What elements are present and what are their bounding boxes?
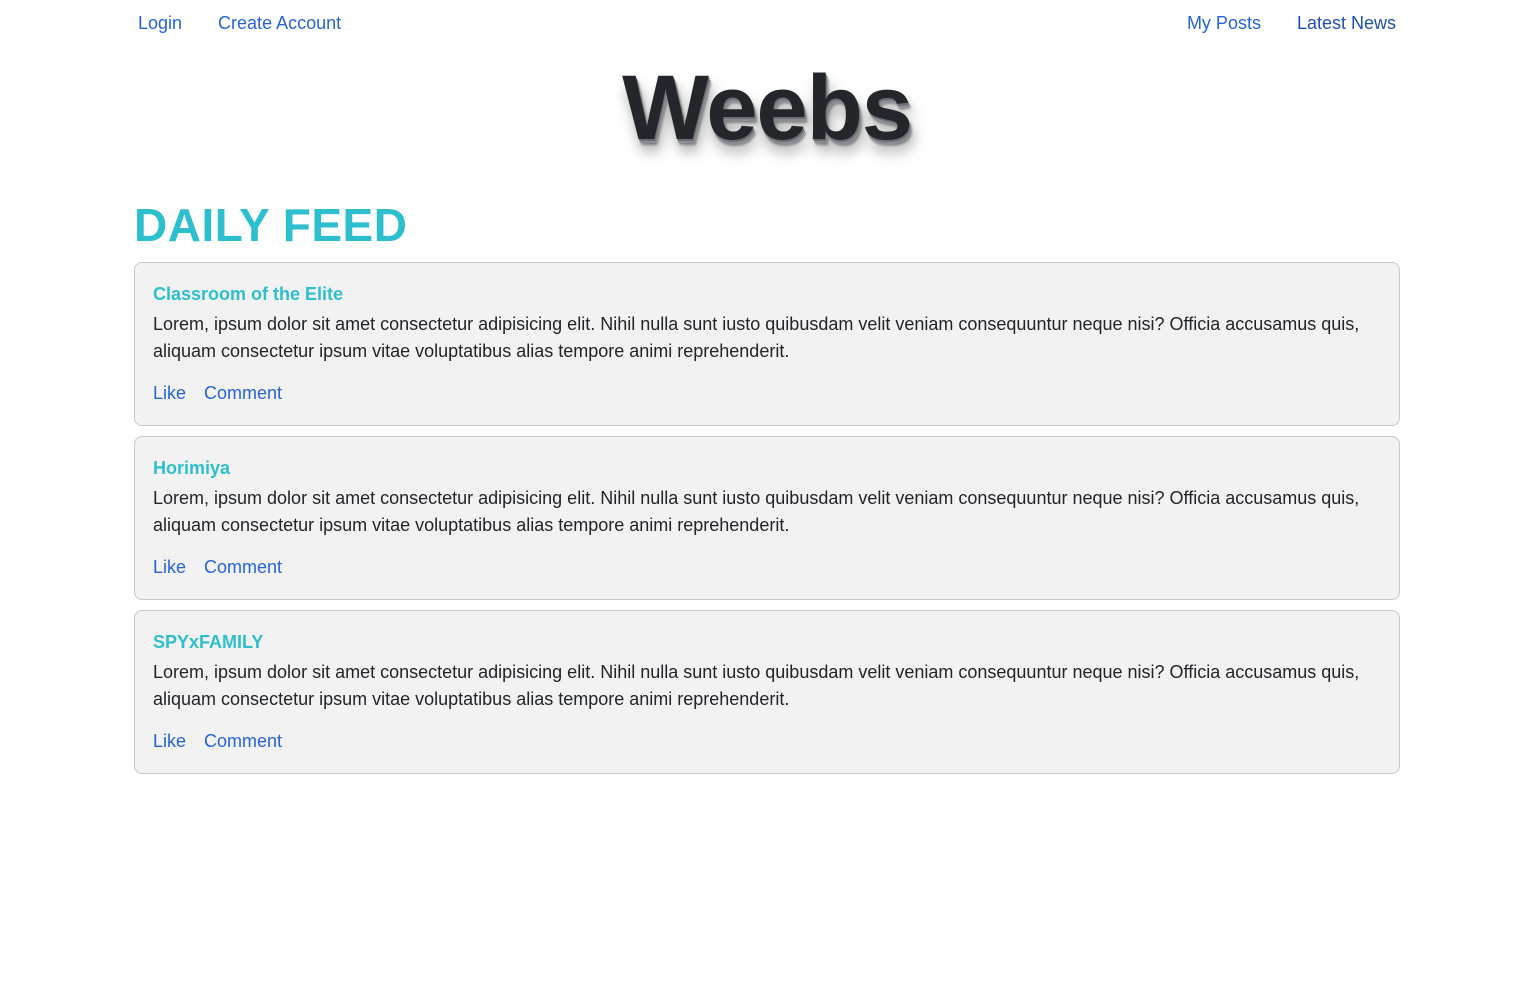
feed-heading: DAILY FEED — [134, 199, 408, 251]
post-list: Classroom of the Elite Lorem, ipsum dolo… — [134, 262, 1400, 774]
comment-button[interactable]: Comment — [204, 731, 282, 752]
post-title: Classroom of the Elite — [153, 284, 344, 304]
login-link[interactable]: Login — [134, 13, 186, 34]
site-logo-title: Weebs — [622, 57, 913, 159]
create-account-link[interactable]: Create Account — [214, 13, 345, 34]
page-container: Login Create Account My Posts Latest New… — [134, 0, 1400, 774]
post-body: Lorem, ipsum dolor sit amet consectetur … — [153, 314, 1360, 361]
latest-news-link[interactable]: Latest News — [1293, 13, 1400, 34]
like-button[interactable]: Like — [153, 383, 186, 404]
post-actions: Like Comment — [153, 731, 1381, 752]
my-posts-link[interactable]: My Posts — [1183, 13, 1265, 34]
like-button[interactable]: Like — [153, 731, 186, 752]
site-brand: Weebs — [134, 62, 1400, 172]
comment-button[interactable]: Comment — [204, 557, 282, 578]
post-actions: Like Comment — [153, 557, 1381, 578]
post-title: Horimiya — [153, 458, 231, 478]
comment-button[interactable]: Comment — [204, 383, 282, 404]
nav-right-group: My Posts Latest News — [1183, 13, 1400, 34]
post-body: Lorem, ipsum dolor sit amet consectetur … — [153, 662, 1360, 709]
post-card: Classroom of the Elite Lorem, ipsum dolo… — [134, 262, 1400, 426]
like-button[interactable]: Like — [153, 557, 186, 578]
post-card: SPYxFAMILY Lorem, ipsum dolor sit amet c… — [134, 610, 1400, 774]
post-actions: Like Comment — [153, 383, 1381, 404]
post-title: SPYxFAMILY — [153, 632, 264, 652]
post-card: Horimiya Lorem, ipsum dolor sit amet con… — [134, 436, 1400, 600]
post-body: Lorem, ipsum dolor sit amet consectetur … — [153, 488, 1360, 535]
top-navigation: Login Create Account My Posts Latest New… — [134, 0, 1400, 46]
nav-left-group: Login Create Account — [134, 13, 345, 34]
